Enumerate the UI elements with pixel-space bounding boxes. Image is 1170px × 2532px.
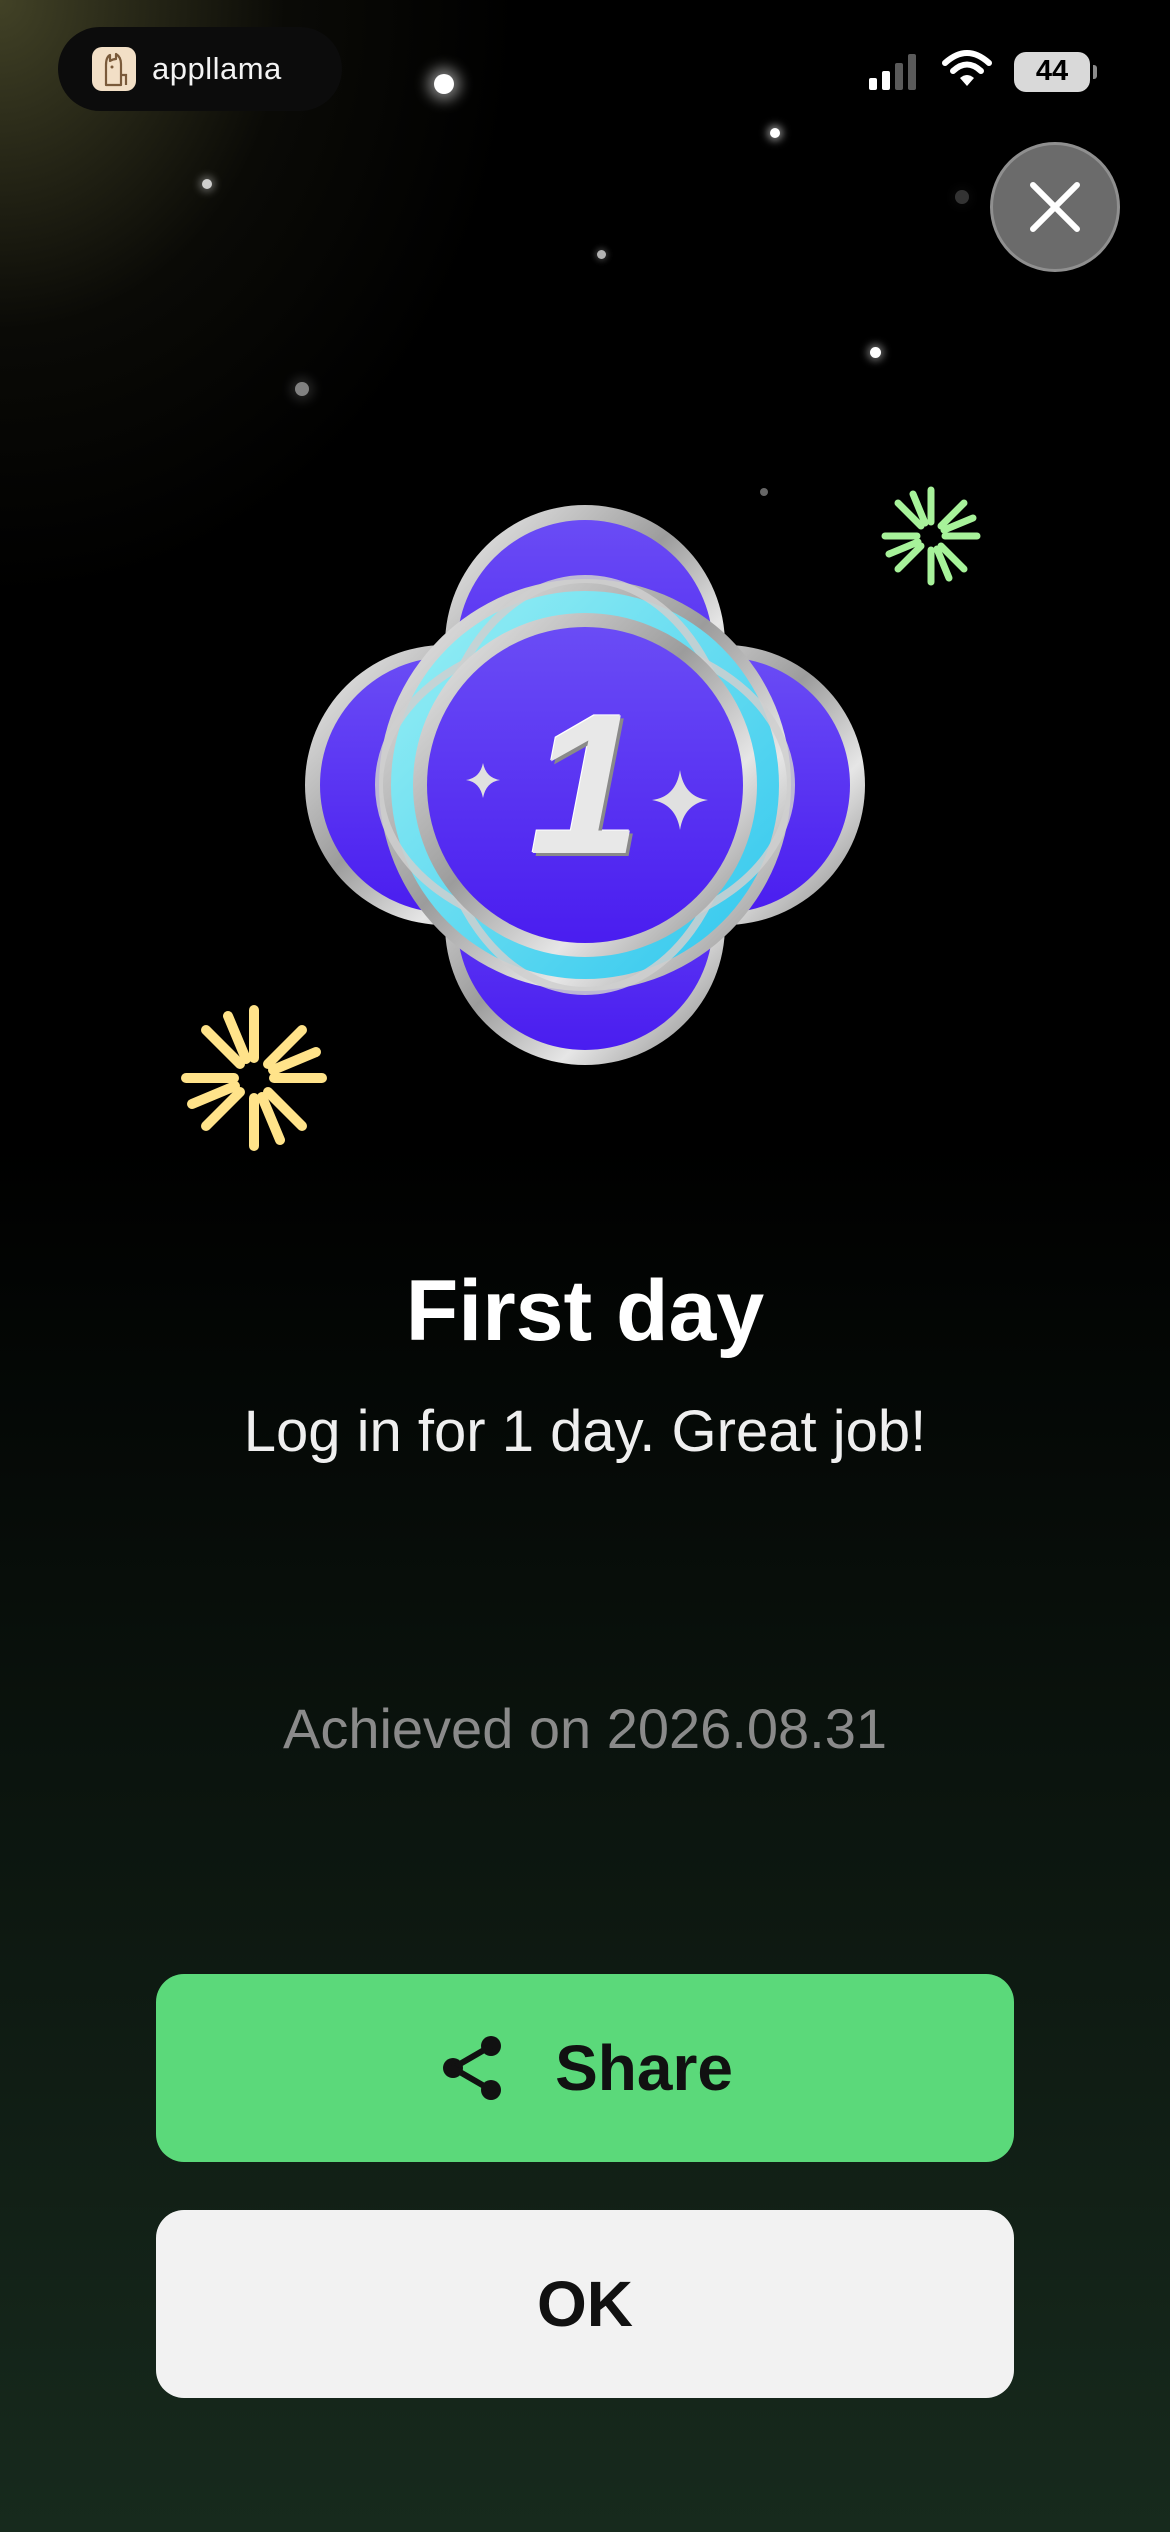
app-name: appllama (152, 51, 282, 86)
ok-button[interactable]: OK (156, 2210, 1014, 2398)
star-dot (870, 347, 881, 358)
share-icon (437, 2032, 509, 2104)
achievement-description: Log in for 1 day. Great job! (243, 1399, 927, 1464)
star-dot (955, 190, 969, 204)
first-day-badge-icon: 1 (280, 480, 890, 1090)
achieved-date: Achieved on 2026.08.31 (282, 1697, 888, 1760)
wifi-icon (942, 50, 992, 93)
achievement-screen: appllama 44 1 First day Log in for 1 day… (0, 0, 1170, 2532)
status-indicators: 44 (869, 50, 1097, 93)
close-button[interactable] (990, 142, 1120, 272)
battery-level: 44 (1035, 55, 1069, 87)
llama-logo-icon (92, 47, 136, 91)
ok-button-label: OK (537, 2268, 633, 2340)
battery-icon: 44 (1014, 51, 1097, 92)
achievement-title: First day (405, 1263, 765, 1359)
star-dot (295, 382, 309, 396)
share-button-label: Share (555, 2032, 733, 2104)
close-icon (1030, 182, 1080, 232)
green-sparkle-icon (881, 486, 981, 586)
star-dot (202, 179, 212, 189)
star-dot (434, 74, 454, 94)
app-indicator-pill[interactable]: appllama (58, 27, 342, 111)
star-dot (770, 128, 780, 138)
share-button[interactable]: Share (156, 1974, 1014, 2162)
star-dot (597, 250, 606, 259)
badge-number: 1 (529, 673, 641, 896)
cellular-signal-icon (869, 53, 916, 90)
